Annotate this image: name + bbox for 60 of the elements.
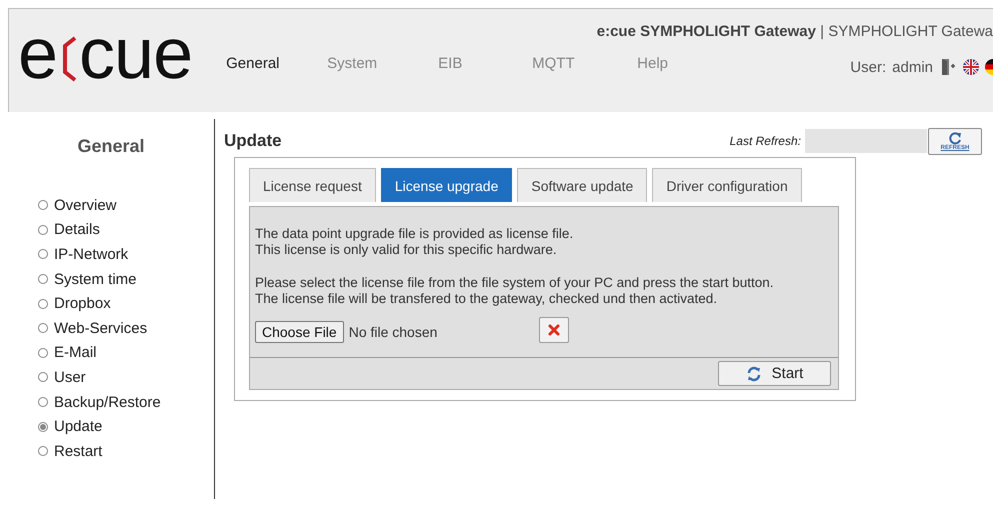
choose-file-button[interactable]: Choose File	[255, 321, 344, 343]
sidebar-title: General	[76, 136, 146, 157]
radio-button[interactable]	[38, 298, 48, 309]
user-label: User:	[850, 58, 886, 76]
refresh-icon	[948, 132, 962, 144]
sidebar-label: E-Mail	[54, 344, 97, 362]
sync-icon	[746, 366, 762, 382]
tab[interactable]: License request	[249, 168, 376, 202]
sidebar-label: System time	[54, 270, 137, 288]
sidebar-label: User	[54, 368, 86, 386]
sidebar-label: Overview	[54, 196, 117, 214]
radio-button[interactable]	[38, 323, 48, 334]
radio-button[interactable]	[38, 372, 48, 382]
logo-text: cue	[79, 18, 192, 90]
user-name: admin	[892, 58, 933, 76]
last-refresh-label: Last Refresh:	[730, 134, 801, 148]
radio-button[interactable]	[38, 224, 48, 235]
sidebar-item[interactable]: Web-Services	[38, 316, 214, 341]
sidebar-item[interactable]: E-Mail	[38, 340, 214, 366]
sidebar-item[interactable]: Dropbox	[38, 291, 214, 316]
radio-button[interactable]	[38, 274, 48, 284]
product-title: e:cue SYMPHOLIGHT Gateway | SYMPHOLIGHT Gatewa	[596, 23, 993, 40]
sidebar-label: IP-Network	[54, 246, 128, 263]
start-button[interactable]: Start	[718, 361, 831, 386]
tab[interactable]: Software update	[517, 168, 648, 202]
radio-button[interactable]	[38, 397, 48, 408]
nav-link[interactable]: General	[226, 55, 328, 77]
sidebar-item[interactable]: Details	[38, 218, 214, 242]
sidebar-label: Backup/Restore	[54, 394, 161, 411]
sidebar-label: Details	[54, 221, 100, 238]
info-text: Please select the license file from the file system of your PC and press the start button.	[255, 275, 774, 291]
sidebar-item[interactable]: System time	[38, 266, 214, 292]
clear-button[interactable]	[538, 317, 569, 343]
sidebar-item[interactable]: User	[38, 365, 214, 390]
sidebar-item[interactable]: IP-Network	[38, 242, 214, 267]
info-text: The data point upgrade file is provided as license file.	[255, 226, 574, 242]
bracket-icon	[61, 36, 78, 82]
sidebar-label: Update	[54, 418, 102, 436]
radio-button[interactable]	[38, 249, 48, 260]
radio-button[interactable]	[38, 422, 48, 432]
sidebar-item[interactable]: Restart	[38, 438, 214, 464]
sidebar-item[interactable]: Backup/Restore	[38, 390, 214, 414]
page-title: Update	[224, 131, 282, 151]
info-text: This license is only valid for this specific hardware.	[255, 242, 558, 258]
radio-button[interactable]	[38, 200, 48, 210]
info-text: The license file will be transfered to the gateway, checked und then activated.	[255, 291, 718, 307]
file-status: No file chosen	[348, 324, 438, 340]
logo-text: e	[18, 18, 58, 90]
close-icon	[546, 323, 561, 337]
radio-button[interactable]	[38, 348, 48, 358]
sidebar-label: Dropbox	[54, 295, 111, 312]
sidebar-item[interactable]: Overview	[38, 193, 214, 218]
logout-icon[interactable]	[941, 58, 957, 76]
tab[interactable]: Driver configuration	[652, 168, 802, 202]
sidebar-label: Restart	[54, 442, 102, 460]
sidebar-item[interactable]: Update	[38, 414, 214, 439]
sidebar-label: Web-Services	[54, 320, 148, 337]
uk-flag-icon[interactable]	[963, 59, 979, 75]
tab[interactable]: License upgrade	[380, 168, 512, 202]
radio-button[interactable]	[38, 446, 48, 456]
